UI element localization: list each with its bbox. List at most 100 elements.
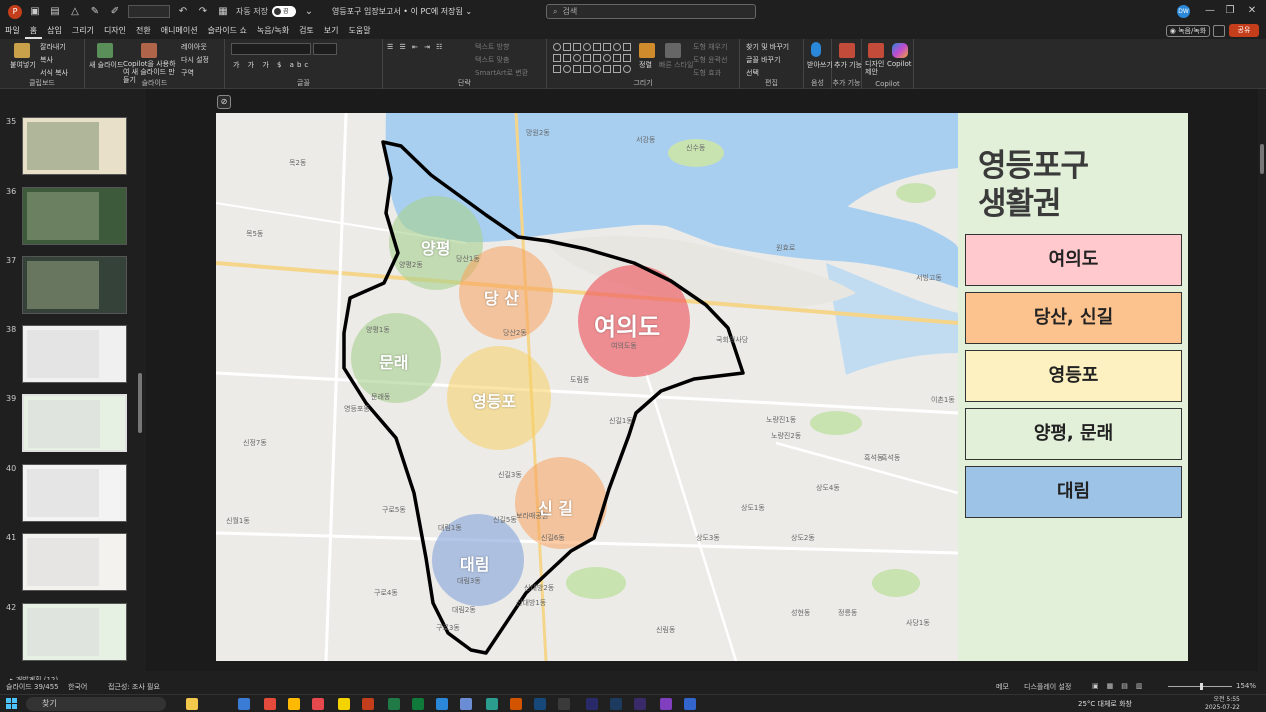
tab-1[interactable]: 홈 [24, 23, 43, 39]
shape-cell[interactable] [593, 43, 601, 51]
shape-cell[interactable] [573, 43, 581, 51]
font-size-input[interactable] [313, 43, 337, 55]
folder-icon[interactable] [288, 698, 300, 710]
slide-thumbnail[interactable] [22, 603, 127, 661]
tab-5[interactable]: 전환 [131, 23, 156, 39]
kakaotalk-icon[interactable] [338, 698, 350, 710]
weather-widget[interactable]: 25°C 대체로 화창 [1078, 699, 1132, 709]
shape-cell[interactable] [623, 65, 631, 73]
section-button[interactable]: 구역 [181, 68, 194, 78]
shape-effects-button[interactable]: 도형 효과 [693, 68, 721, 78]
draw-icon[interactable]: ✐ [108, 5, 122, 19]
app-purple-icon[interactable] [660, 698, 672, 710]
search-input[interactable]: ⌕ 검색 [546, 4, 756, 19]
word-icon[interactable] [436, 698, 448, 710]
legend-item[interactable]: 양평, 문래 [965, 408, 1182, 460]
customize-icon[interactable]: ⌄ [302, 5, 316, 19]
slide-thumbnail[interactable] [22, 464, 127, 522]
slide-title[interactable]: 영등포구 생활권 [978, 147, 1089, 223]
slide-thumbnail[interactable] [22, 325, 127, 383]
font-name-input[interactable] [231, 43, 311, 55]
share-button[interactable]: 공유 [1229, 24, 1259, 37]
quick-styles-button[interactable]: 빠른 스타일 [659, 60, 693, 70]
shape-cell[interactable] [603, 43, 611, 51]
quick-styles-icon[interactable] [665, 43, 681, 58]
legend-item[interactable]: 영등포 [965, 350, 1182, 402]
close-icon[interactable]: ✕ [1242, 3, 1262, 19]
tab-2[interactable]: 삽입 [42, 23, 67, 39]
language-indicator[interactable]: 한국어 [68, 682, 87, 692]
dictate-button[interactable]: 받아쓰기 [807, 60, 833, 70]
tab-0[interactable]: 파일 [0, 23, 25, 39]
shape-cell[interactable] [583, 54, 591, 62]
copilot-button[interactable]: Copilot [887, 60, 912, 68]
copilot-icon[interactable] [892, 43, 908, 58]
tab-6[interactable]: 애니메이션 [156, 23, 203, 39]
list-buttons[interactable]: ☰ ☰ ⇤ ⇥ ☷ [387, 43, 444, 51]
pen-icon[interactable]: ✎ [88, 5, 102, 19]
tab-4[interactable]: 디자인 [99, 23, 131, 39]
legend-item[interactable]: 여의도 [965, 234, 1182, 286]
font-style-buttons[interactable]: 가 가 가 $ abc [233, 60, 311, 70]
premiere-icon[interactable] [634, 698, 646, 710]
save-icon[interactable]: ▣ [28, 5, 42, 19]
document-title[interactable]: 영등포구 임장보고서 • 이 PC에 저장됨 ⌄ [332, 6, 472, 17]
tab-10[interactable]: 보기 [319, 23, 344, 39]
tab-8[interactable]: 녹음/녹화 [252, 23, 294, 39]
app-orange-icon[interactable] [510, 698, 522, 710]
tab-9[interactable]: 검토 [294, 23, 319, 39]
legend-item[interactable]: 당산, 신길 [965, 292, 1182, 344]
addins-button[interactable]: 추가 기능 [834, 60, 862, 70]
shape-outline-button[interactable]: 도형 윤곽선 [693, 55, 727, 65]
view-buttons[interactable]: ▣▦▤▥ [1092, 682, 1150, 690]
slide-options-icon[interactable]: ⊘ [217, 95, 231, 109]
chrome-icon[interactable] [264, 698, 276, 710]
shape-cell[interactable] [583, 65, 591, 73]
browser-icon[interactable] [238, 698, 250, 710]
notes-button[interactable]: 메모 [996, 682, 1009, 692]
avatar[interactable]: DW [1177, 5, 1190, 18]
shape-cell[interactable] [563, 65, 571, 73]
shape-cell[interactable] [553, 65, 561, 73]
powerpoint-icon[interactable] [362, 698, 374, 710]
file-explorer-icon[interactable] [186, 698, 198, 710]
slide-thumbnail[interactable] [22, 394, 127, 452]
designer-icon[interactable] [868, 43, 884, 58]
quick-font-box[interactable] [128, 5, 170, 18]
app-teal-icon[interactable] [486, 698, 498, 710]
thumbnail-scrollbar[interactable] [138, 373, 142, 433]
current-slide[interactable]: 여의도동 신길1동 신길3동 신길5동 신길6동 대림1동 대림2동 대림3동 문래동 양평1동 양… [216, 113, 1188, 661]
slide-thumbnail[interactable] [22, 533, 127, 591]
restore-icon[interactable]: ❐ [1220, 3, 1240, 19]
shape-cell[interactable] [613, 43, 621, 51]
tab-7[interactable]: 슬라이드 쇼 [203, 23, 252, 39]
shape-cell[interactable] [583, 43, 591, 51]
zoom-level[interactable]: 154% [1236, 682, 1256, 690]
undo-icon[interactable]: ↶ [176, 5, 190, 19]
shape-cell[interactable] [573, 65, 581, 73]
system-clock[interactable]: 오전 5:55 2025-07-22 [1205, 696, 1240, 712]
taskbar-search[interactable]: 찾기 [26, 697, 166, 711]
shape-cell[interactable] [623, 54, 631, 62]
accessibility-status[interactable]: 접근성: 조사 필요 [108, 682, 160, 692]
display-settings-button[interactable]: 디스플레이 설정 [1024, 682, 1071, 692]
app-cloud-icon[interactable] [684, 698, 696, 710]
photoshop-icon[interactable] [534, 698, 546, 710]
app-green-icon[interactable] [412, 698, 424, 710]
shape-fill-button[interactable]: 도형 채우기 [693, 42, 727, 52]
present-icon[interactable]: ▤ [48, 5, 62, 19]
replace-button[interactable]: 글꼴 바꾸기 [746, 55, 780, 65]
excel-icon[interactable] [388, 698, 400, 710]
cut-button[interactable]: 잘라내기 [40, 42, 66, 52]
copy-button[interactable]: 복사 [40, 55, 53, 65]
comment-icon[interactable] [1213, 25, 1225, 37]
microphone-icon[interactable] [811, 42, 821, 57]
shape-cell[interactable] [613, 65, 621, 73]
new-slide-icon[interactable] [97, 43, 113, 58]
shape-cell[interactable] [593, 65, 601, 73]
shape-cell[interactable] [563, 43, 571, 51]
slide-thumbnail[interactable] [22, 256, 127, 314]
paste-icon[interactable] [14, 43, 30, 58]
copilot-slide-icon[interactable] [141, 43, 157, 58]
find-button[interactable]: 찾기 및 바꾸기 [746, 42, 789, 52]
